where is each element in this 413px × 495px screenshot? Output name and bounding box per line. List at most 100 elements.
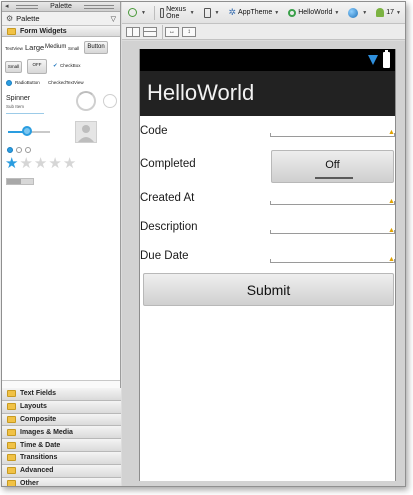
palette-label: Palette (16, 14, 40, 23)
toggle-indicator (315, 177, 353, 179)
created-at-label: Created At (140, 192, 195, 204)
large-text-widget[interactable]: Large (25, 43, 44, 52)
seekbar-thumb[interactable] (21, 126, 32, 136)
activity-label: HelloWorld (298, 9, 333, 16)
switch-thumb (7, 179, 21, 184)
chevron-down-icon: ▼ (334, 9, 340, 16)
toggle-button-widget[interactable]: OFF (27, 59, 47, 74)
category-form-widgets[interactable]: Form Widgets (2, 26, 120, 37)
view-layout-icon[interactable] (126, 26, 140, 37)
category-composite[interactable]: Composite (2, 413, 121, 427)
ratingbar-widget[interactable]: ★★★★★ (5, 155, 77, 173)
locale-selector[interactable]: ▼ (345, 5, 370, 21)
palette-titlebar[interactable]: ◂ Palette (2, 2, 120, 12)
globe-icon (348, 7, 359, 18)
toggle-label: Off (325, 159, 340, 171)
fit-width-icon[interactable]: ↔ (165, 26, 179, 37)
palette-header[interactable]: ⚙ Palette ▽ (2, 12, 120, 26)
spinner-widget[interactable]: Spinner (6, 95, 30, 102)
radio-group-item-3[interactable] (25, 147, 31, 153)
spinner-sub-item: Sub Item (6, 104, 25, 109)
ide-window: ◂ Palette ⚙ Palette ▽ Form Widgets TextV… (1, 1, 406, 487)
gear-icon[interactable]: ⚙ (6, 14, 13, 23)
category-label: Other (20, 479, 39, 487)
app-title: HelloWorld (147, 80, 255, 105)
code-label: Code (140, 125, 168, 137)
star-icon[interactable]: ★ (48, 156, 61, 172)
due-date-field[interactable] (270, 259, 395, 263)
folder-icon (7, 479, 16, 486)
activity-icon (288, 8, 297, 17)
star-icon[interactable]: ★ (34, 156, 47, 172)
description-label: Description (140, 221, 198, 233)
folder-icon (7, 441, 16, 449)
device-selector[interactable]: Nexus One ▼ (157, 5, 198, 21)
layout-canvas: HelloWorld Code ▲ Completed Off Created … (122, 41, 405, 486)
theme-selector[interactable]: ✲ AppTheme ▼ (225, 5, 282, 21)
action-bar: HelloWorld (140, 71, 395, 116)
api-selector[interactable]: 17 ▼ (373, 5, 404, 21)
fit-height-icon[interactable]: ↕ (182, 26, 196, 37)
category-time-date[interactable]: Time & Date (2, 439, 121, 452)
orientation-selector[interactable]: ▼ (201, 5, 223, 21)
quick-contact-badge[interactable] (75, 121, 97, 143)
small-button-widget[interactable]: Small (5, 61, 22, 73)
description-field[interactable] (270, 230, 395, 234)
phone-icon (159, 7, 165, 18)
star-icon[interactable]: ★ (19, 156, 32, 172)
category-images-media[interactable]: Images & Media (2, 426, 121, 440)
radio-group-item-1[interactable] (7, 147, 13, 153)
category-list: Text Fields Layouts Composite Images & Medi… (2, 388, 121, 487)
avatar-icon (78, 125, 94, 142)
star-icon[interactable]: ★ (5, 156, 18, 172)
code-field[interactable] (270, 133, 395, 137)
completed-label: Completed (140, 158, 196, 170)
switch-widget[interactable] (6, 178, 34, 185)
radio-group-item-2[interactable] (16, 147, 22, 153)
category-label: Form Widgets (20, 27, 67, 35)
completed-toggle[interactable]: Off (271, 150, 394, 183)
category-text-fields[interactable]: Text Fields (2, 388, 121, 401)
progress-small-widget[interactable] (103, 94, 117, 108)
category-label: Advanced (20, 467, 54, 475)
folder-icon (7, 27, 16, 35)
warning-icon: ▲ (388, 256, 395, 263)
medium-text-widget[interactable]: Medium (45, 44, 66, 50)
button-widget[interactable]: Button (84, 41, 108, 54)
view-toolbar: ↔ ↕ (122, 24, 405, 40)
folder-icon (7, 390, 16, 398)
star-icon[interactable]: ★ (63, 156, 76, 172)
category-label: Transitions (20, 454, 58, 462)
submit-label: Submit (246, 282, 291, 298)
folder-icon (7, 415, 16, 423)
category-transitions[interactable]: Transitions (2, 451, 121, 465)
checkbox-widget[interactable]: CheckBox (60, 63, 81, 68)
radiobutton-widget[interactable]: RadioButton (15, 80, 40, 85)
activity-selector[interactable]: HelloWorld ▼ (285, 5, 342, 21)
submit-button[interactable]: Submit (143, 273, 394, 306)
view-split-icon[interactable] (143, 26, 157, 37)
chevron-down-icon: ▼ (214, 9, 220, 16)
device-label: Nexus One (166, 5, 186, 20)
category-advanced[interactable]: Advanced (2, 464, 121, 478)
progress-large-widget[interactable] (76, 91, 96, 111)
warning-icon: ▲ (388, 129, 395, 136)
star-icon: ✲ (228, 7, 237, 17)
category-other[interactable]: Other (2, 477, 121, 487)
category-label: Text Fields (20, 390, 57, 398)
category-layouts[interactable]: Layouts (2, 400, 121, 414)
wifi-icon (368, 55, 378, 65)
chevron-down-icon: ▼ (141, 9, 146, 16)
checkedtextview-widget[interactable]: CheckedTextView (48, 80, 84, 85)
status-bar (140, 49, 395, 71)
category-label: Images & Media (20, 428, 73, 436)
spinner-underline (6, 113, 44, 114)
small-text-widget[interactable]: Small (68, 46, 79, 51)
close-icon[interactable]: ◂ (5, 2, 9, 12)
category-label: Composite (20, 415, 57, 423)
chevron-down-icon[interactable]: ▽ (111, 15, 116, 23)
battery-icon (383, 50, 390, 68)
config-button[interactable]: ▼ (125, 5, 149, 21)
textview-widget[interactable]: TextView (5, 46, 23, 51)
created-at-field[interactable] (270, 201, 395, 205)
